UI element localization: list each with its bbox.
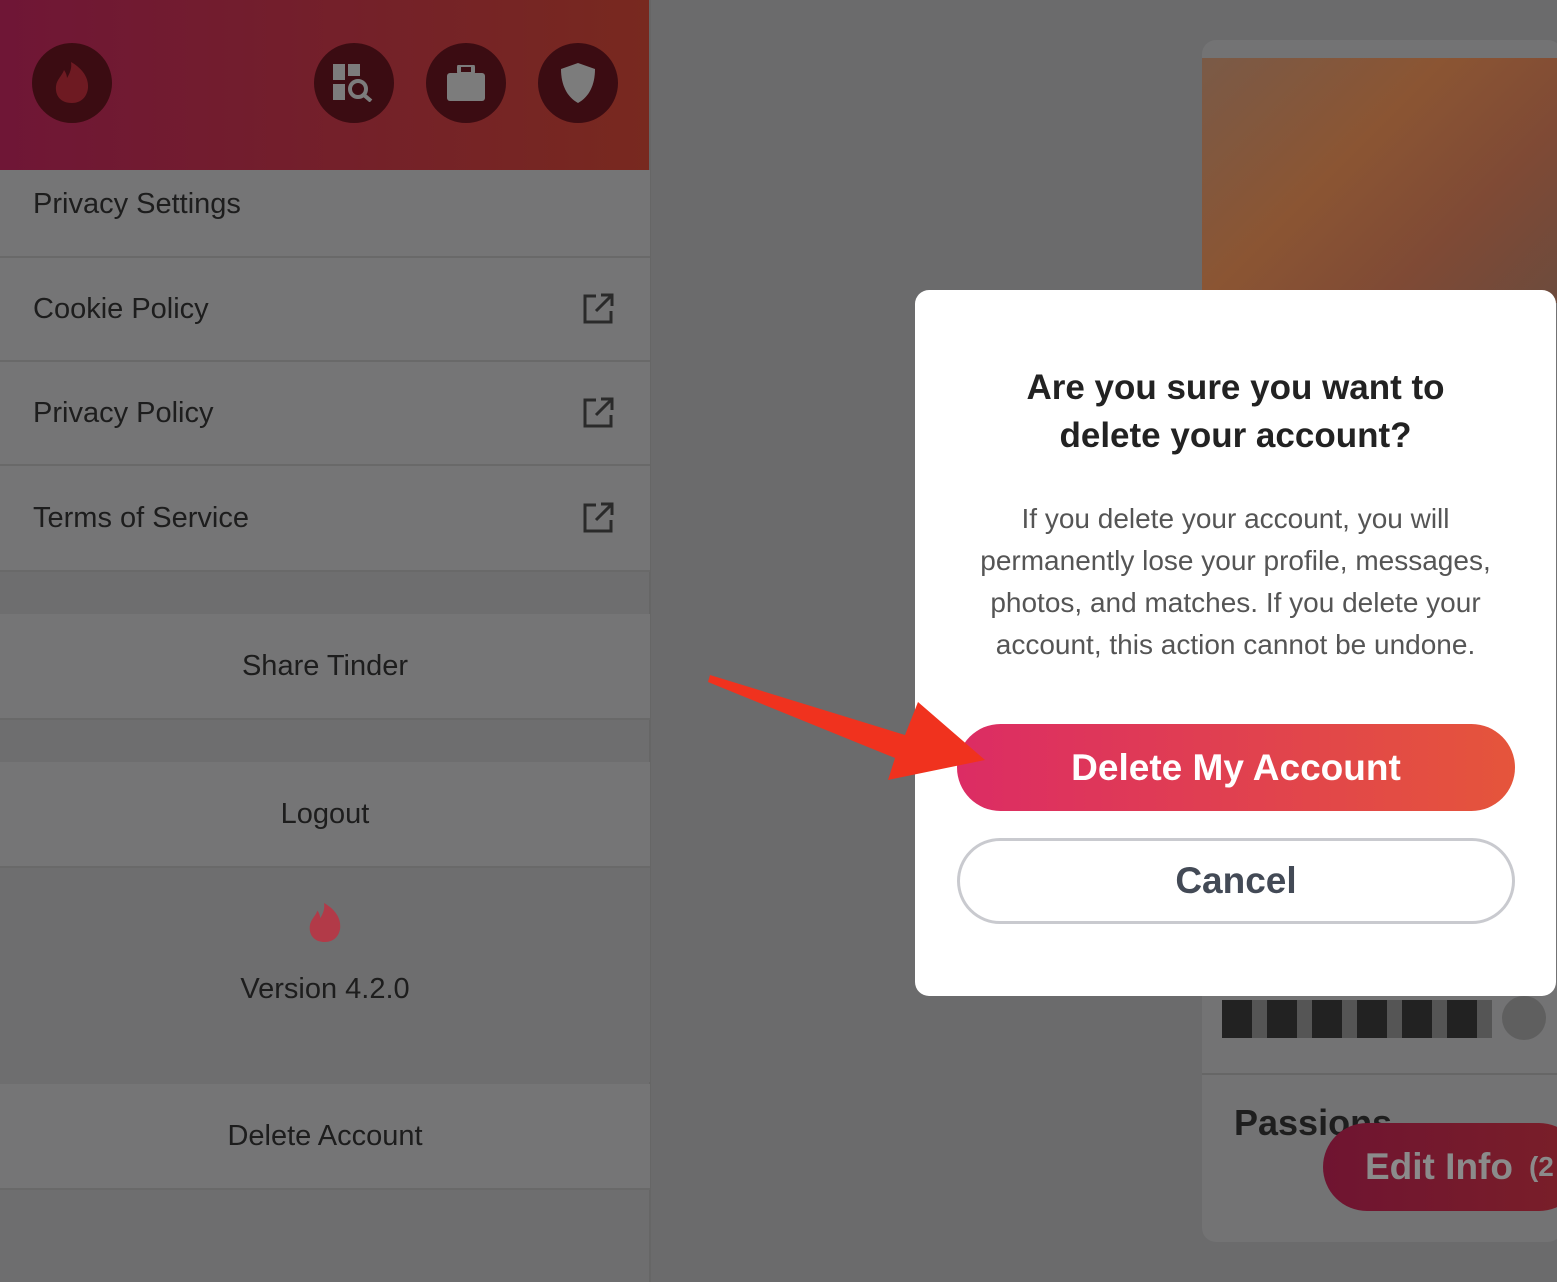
version-section: Version 4.2.0 bbox=[0, 868, 650, 1082]
briefcase-icon[interactable] bbox=[426, 43, 506, 123]
menu-item-cookie-policy[interactable]: Cookie Policy bbox=[0, 258, 650, 362]
cancel-button[interactable]: Cancel bbox=[957, 838, 1515, 924]
profile-photo bbox=[1202, 58, 1557, 303]
verified-badge-icon bbox=[1502, 996, 1546, 1040]
menu-label: Delete Account bbox=[227, 1119, 423, 1152]
external-link-icon bbox=[583, 502, 614, 533]
sidebar: Privacy Settings Cookie Policy Privacy P… bbox=[0, 0, 651, 1282]
external-link-icon bbox=[583, 397, 614, 428]
dialog-title: Are you sure you want to delete your acc… bbox=[1026, 368, 1445, 455]
explore-icon[interactable] bbox=[314, 43, 394, 123]
edit-info-label: Edit Info bbox=[1365, 1146, 1513, 1187]
tinder-flame-icon[interactable] bbox=[32, 43, 112, 123]
delete-my-account-button[interactable]: Delete My Account bbox=[957, 724, 1515, 811]
menu-item-privacy-policy[interactable]: Privacy Policy bbox=[0, 362, 650, 466]
edit-info-button[interactable]: Edit Info (2 bbox=[1323, 1123, 1557, 1211]
menu-label: Privacy Settings bbox=[33, 188, 241, 220]
share-tinder-button[interactable]: Share Tinder bbox=[0, 614, 650, 720]
menu-item-terms[interactable]: Terms of Service bbox=[0, 466, 650, 572]
shield-icon[interactable] bbox=[538, 43, 618, 123]
menu-label: Cookie Policy bbox=[33, 292, 209, 325]
dialog-body: If you delete your account, you will per… bbox=[980, 503, 1491, 660]
edit-info-count: (2 bbox=[1528, 1151, 1554, 1182]
delete-account-button[interactable]: Delete Account bbox=[0, 1084, 650, 1190]
delete-confirm-dialog: Are you sure you want to delete your acc… bbox=[915, 290, 1556, 996]
version-text: Version 4.2.0 bbox=[240, 973, 410, 1005]
external-link-icon bbox=[583, 293, 614, 324]
blurred-name bbox=[1222, 1000, 1492, 1038]
tinder-flame-icon bbox=[309, 903, 341, 942]
sidebar-header bbox=[0, 0, 649, 170]
menu-label: Logout bbox=[280, 797, 370, 830]
menu-label: Share Tinder bbox=[241, 649, 409, 682]
menu-label: Privacy Policy bbox=[33, 396, 214, 429]
menu-label: Terms of Service bbox=[33, 501, 249, 534]
menu-item-privacy-settings[interactable]: Privacy Settings bbox=[0, 170, 650, 258]
arrow-annotation-icon bbox=[708, 675, 985, 780]
logout-button[interactable]: Logout bbox=[0, 762, 650, 868]
